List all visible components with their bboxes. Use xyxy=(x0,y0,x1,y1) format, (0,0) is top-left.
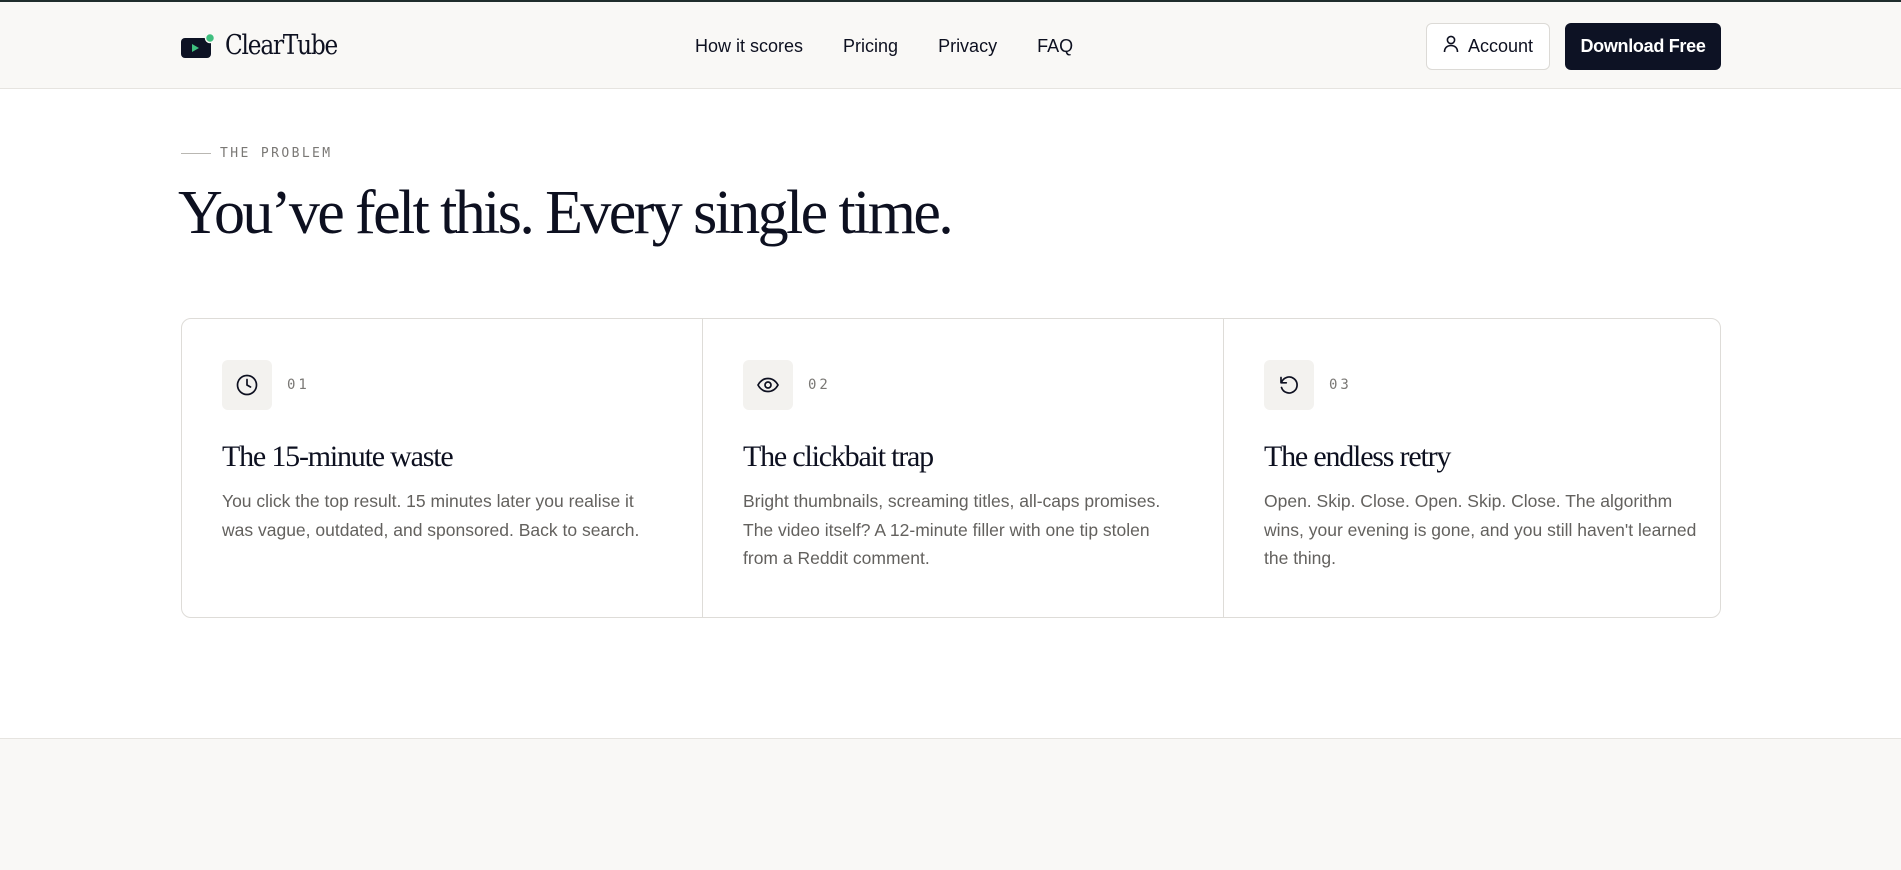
card-title: The endless retry xyxy=(1264,440,1451,473)
user-icon xyxy=(1443,35,1459,58)
account-label: Account xyxy=(1467,36,1534,56)
card-number: 01 xyxy=(287,377,310,393)
nav-how-it-scores[interactable]: How it scores xyxy=(695,36,803,57)
retry-icon xyxy=(1264,360,1314,410)
next-section-background xyxy=(0,738,1901,870)
brand-name: ClearTube xyxy=(225,30,338,61)
card-body: Open. Skip. Close. Open. Skip. Close. Th… xyxy=(1264,491,1697,568)
brand-logo[interactable]: ClearTube xyxy=(181,30,355,61)
nav-pricing[interactable]: Pricing xyxy=(843,36,898,57)
card-body: Bright thumbnails, screaming titles, all… xyxy=(743,491,1161,568)
tv-logo-icon xyxy=(181,32,216,59)
problem-card: 01 The 15-minute waste You click the top… xyxy=(182,319,702,617)
account-button[interactable]: Account xyxy=(1426,23,1550,70)
problem-cards: 01 The 15-minute waste You click the top… xyxy=(181,318,1721,618)
nav-faq[interactable]: FAQ xyxy=(1037,36,1073,57)
problem-card: 03 The endless retry Open. Skip. Close. … xyxy=(1223,319,1720,617)
eye-icon xyxy=(743,360,793,410)
nav-privacy[interactable]: Privacy xyxy=(938,36,997,57)
section-title: You’ve felt this. Every single time. xyxy=(178,179,954,247)
problem-card: 02 The clickbait trap Bright thumbnails,… xyxy=(702,319,1223,617)
eyebrow-rule xyxy=(181,153,211,154)
eyebrow-text: THE PROBLEM xyxy=(220,146,333,161)
main-nav: How it scores Pricing Privacy FAQ xyxy=(695,36,1073,57)
section-eyebrow: THE PROBLEM xyxy=(181,146,333,161)
download-free-button[interactable]: Download Free xyxy=(1565,23,1721,70)
site-header: ClearTube How it scores Pricing Privacy … xyxy=(0,2,1901,89)
card-number: 03 xyxy=(1329,377,1352,393)
clock-icon xyxy=(222,360,272,410)
card-number: 02 xyxy=(808,377,831,393)
card-body: You click the top result. 15 minutes lat… xyxy=(222,491,640,540)
card-title: The clickbait trap xyxy=(743,440,934,473)
card-title: The 15-minute waste xyxy=(222,440,454,473)
